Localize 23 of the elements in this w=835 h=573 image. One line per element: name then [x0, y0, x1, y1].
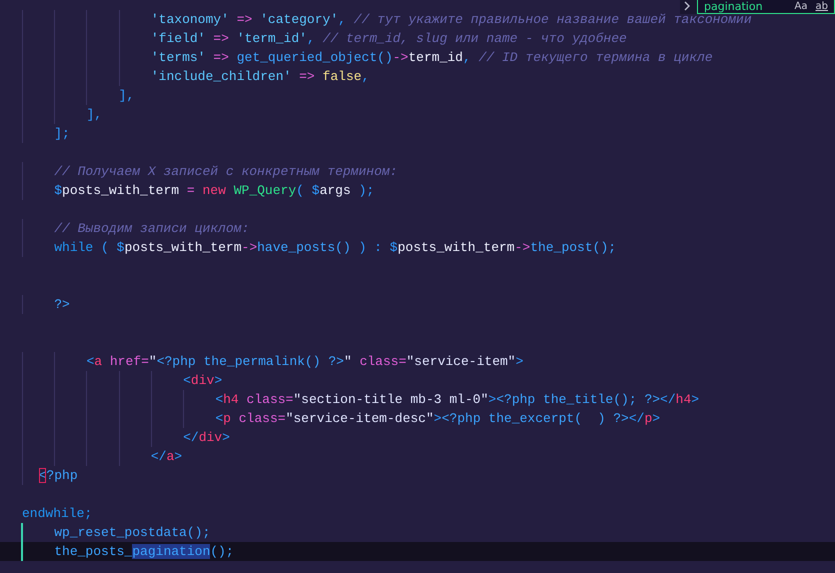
code-line: </a>: [0, 447, 835, 466]
code-line: <a href="<?php the_permalink() ?>" class="service-item">: [0, 352, 835, 371]
code-line: // Выводим записи циклом:: [0, 219, 835, 238]
code-line: <h4 class="section-title mb-3 ml-0"><?php the_title(); ?></h4>: [0, 390, 835, 409]
code-line: ],: [0, 105, 835, 124]
code-line: endwhile;: [21, 505, 94, 523]
code-line: <p class="service-item-desc"><?php the_excerpt( ) ?></p>: [0, 409, 835, 428]
code-line: 'terms' => get_queried_object()->term_id, // ID текущего термина в цикле: [0, 48, 835, 67]
code-line: ];: [0, 124, 835, 143]
whole-word-toggle[interactable]: ab: [816, 0, 828, 12]
code-line: 'include_children' => false,: [0, 67, 835, 86]
code-line: </div>: [0, 428, 835, 447]
code-line: // Получаем X записей с конкретным термином:: [0, 162, 835, 181]
search-query: pagination: [704, 0, 764, 12]
code-line: 'field' => 'term_id', // term_id, slug или name - что удобнее: [0, 29, 835, 48]
code-line: <div>: [0, 371, 835, 390]
chevron-icon[interactable]: [684, 1, 691, 13]
find-input[interactable]: pagination Aa ab: [697, 0, 835, 14]
code-line: ?>: [0, 295, 835, 314]
code-line: while ( $posts_with_term->have_posts() ) : $posts_with_term->the_post();: [0, 238, 835, 257]
code-line: $posts_with_term = new WP_Query( $args );: [0, 181, 835, 200]
code-line: ],: [0, 86, 835, 105]
match-case-toggle[interactable]: Aa: [794, 0, 808, 12]
